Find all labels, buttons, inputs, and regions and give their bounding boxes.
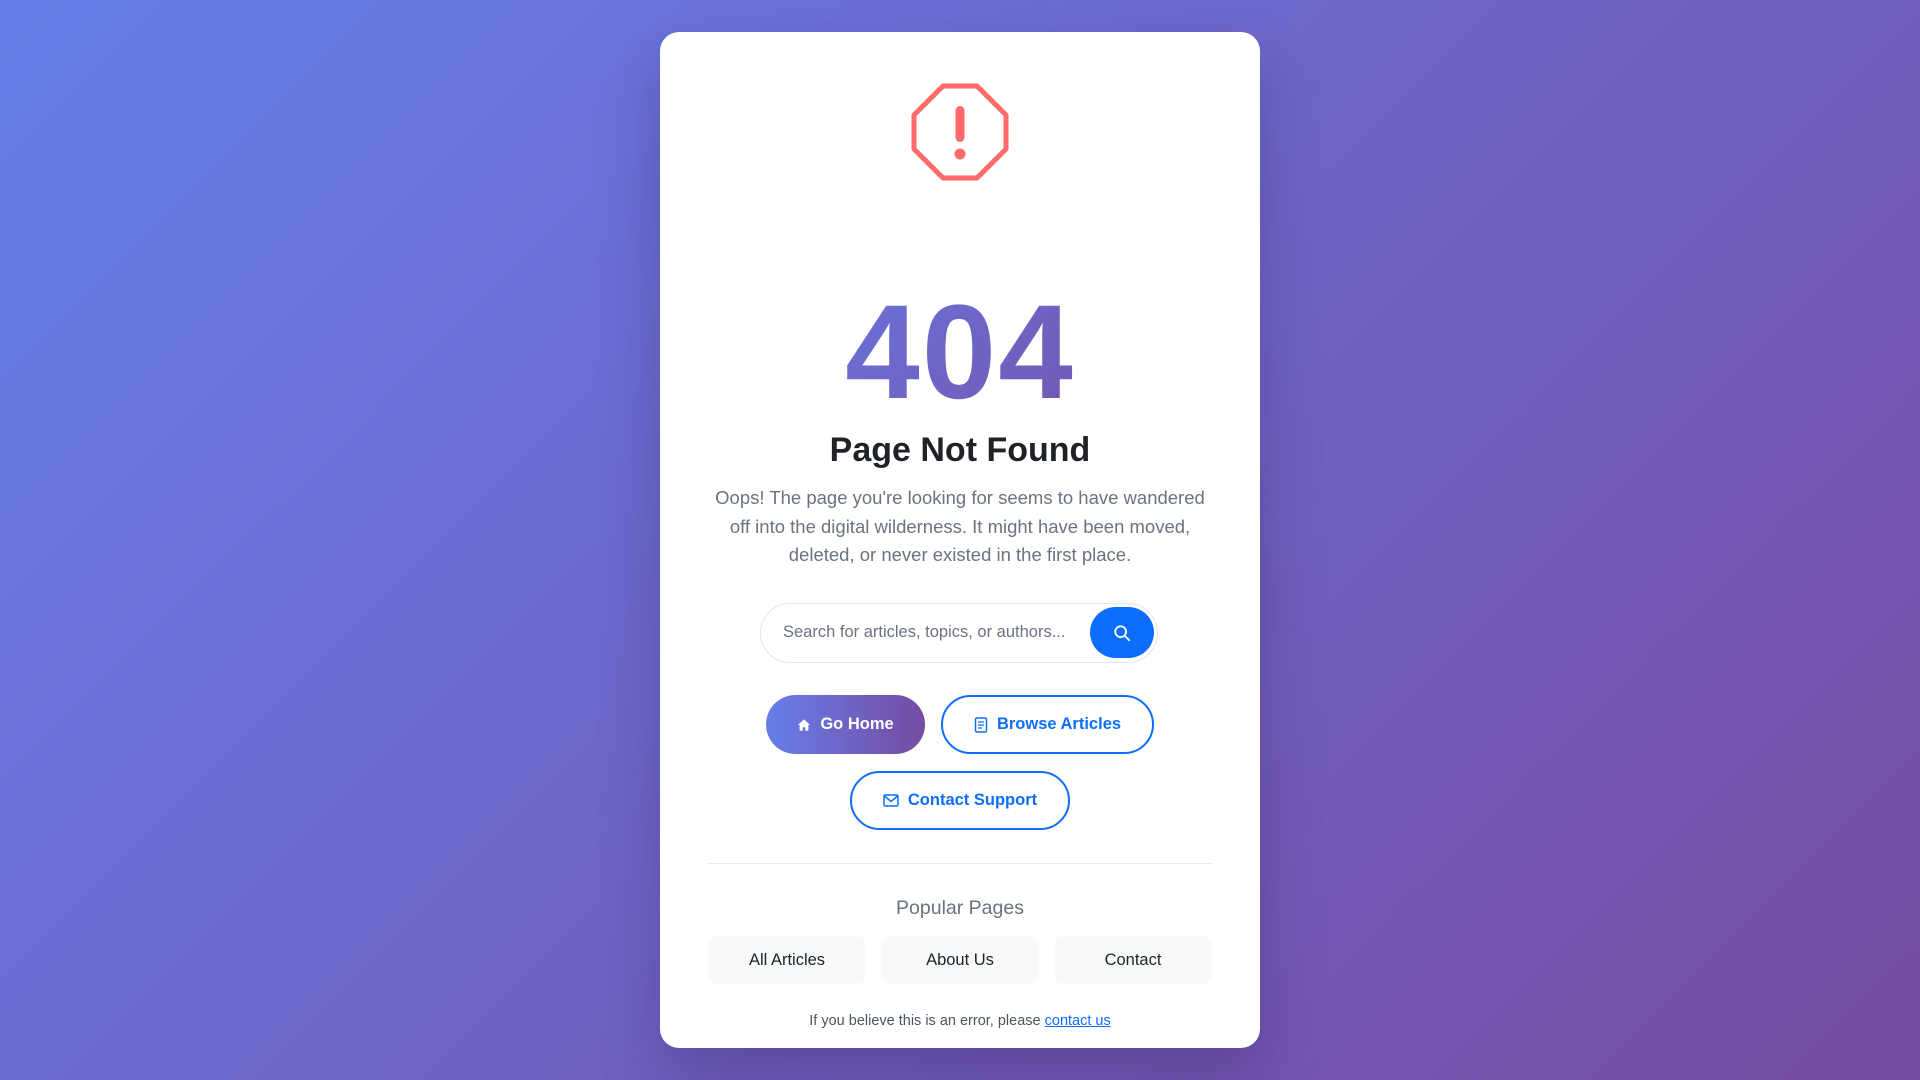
popular-link-label: About Us — [926, 950, 994, 969]
browse-articles-label: Browse Articles — [996, 715, 1122, 733]
search-input[interactable] — [783, 604, 1083, 661]
contact-support-label: Contact Support — [907, 791, 1038, 809]
contact-support-button[interactable]: Contact Support — [850, 771, 1070, 830]
popular-link-contact[interactable]: Contact — [1054, 936, 1212, 984]
search-bar — [760, 603, 1158, 663]
envelope-icon — [883, 794, 899, 807]
home-icon — [798, 718, 811, 731]
go-home-label: Go Home — [820, 715, 894, 733]
popular-link-label: All Articles — [748, 950, 826, 969]
go-home-button[interactable]: Go Home — [766, 695, 925, 754]
error-description: Oops! The page you're looking for seems … — [715, 487, 1205, 565]
browse-articles-button[interactable]: Browse Articles — [941, 695, 1154, 754]
contact-us-link[interactable]: contact us — [1045, 1013, 1111, 1029]
divider — [708, 863, 1212, 864]
footer-text: If you believe this is an error, please — [809, 1013, 1045, 1029]
error-code: 404 — [660, 278, 1260, 428]
search-icon — [1114, 624, 1131, 641]
popular-link-about-us[interactable]: About Us — [881, 936, 1039, 984]
search-button[interactable] — [1090, 607, 1154, 658]
octagon-exclamation-icon — [911, 83, 1009, 181]
popular-link-all-articles[interactable]: All Articles — [708, 936, 866, 984]
footer-note: If you believe this is an error, please … — [660, 1011, 1260, 1031]
error-card: 404 Page Not Found Oops! The page you're… — [660, 32, 1260, 1048]
popular-pages-title: Popular Pages — [896, 897, 1024, 919]
document-icon — [974, 716, 988, 733]
page-title: Page Not Found — [829, 431, 1091, 469]
popular-link-label: Contact — [1104, 950, 1162, 969]
